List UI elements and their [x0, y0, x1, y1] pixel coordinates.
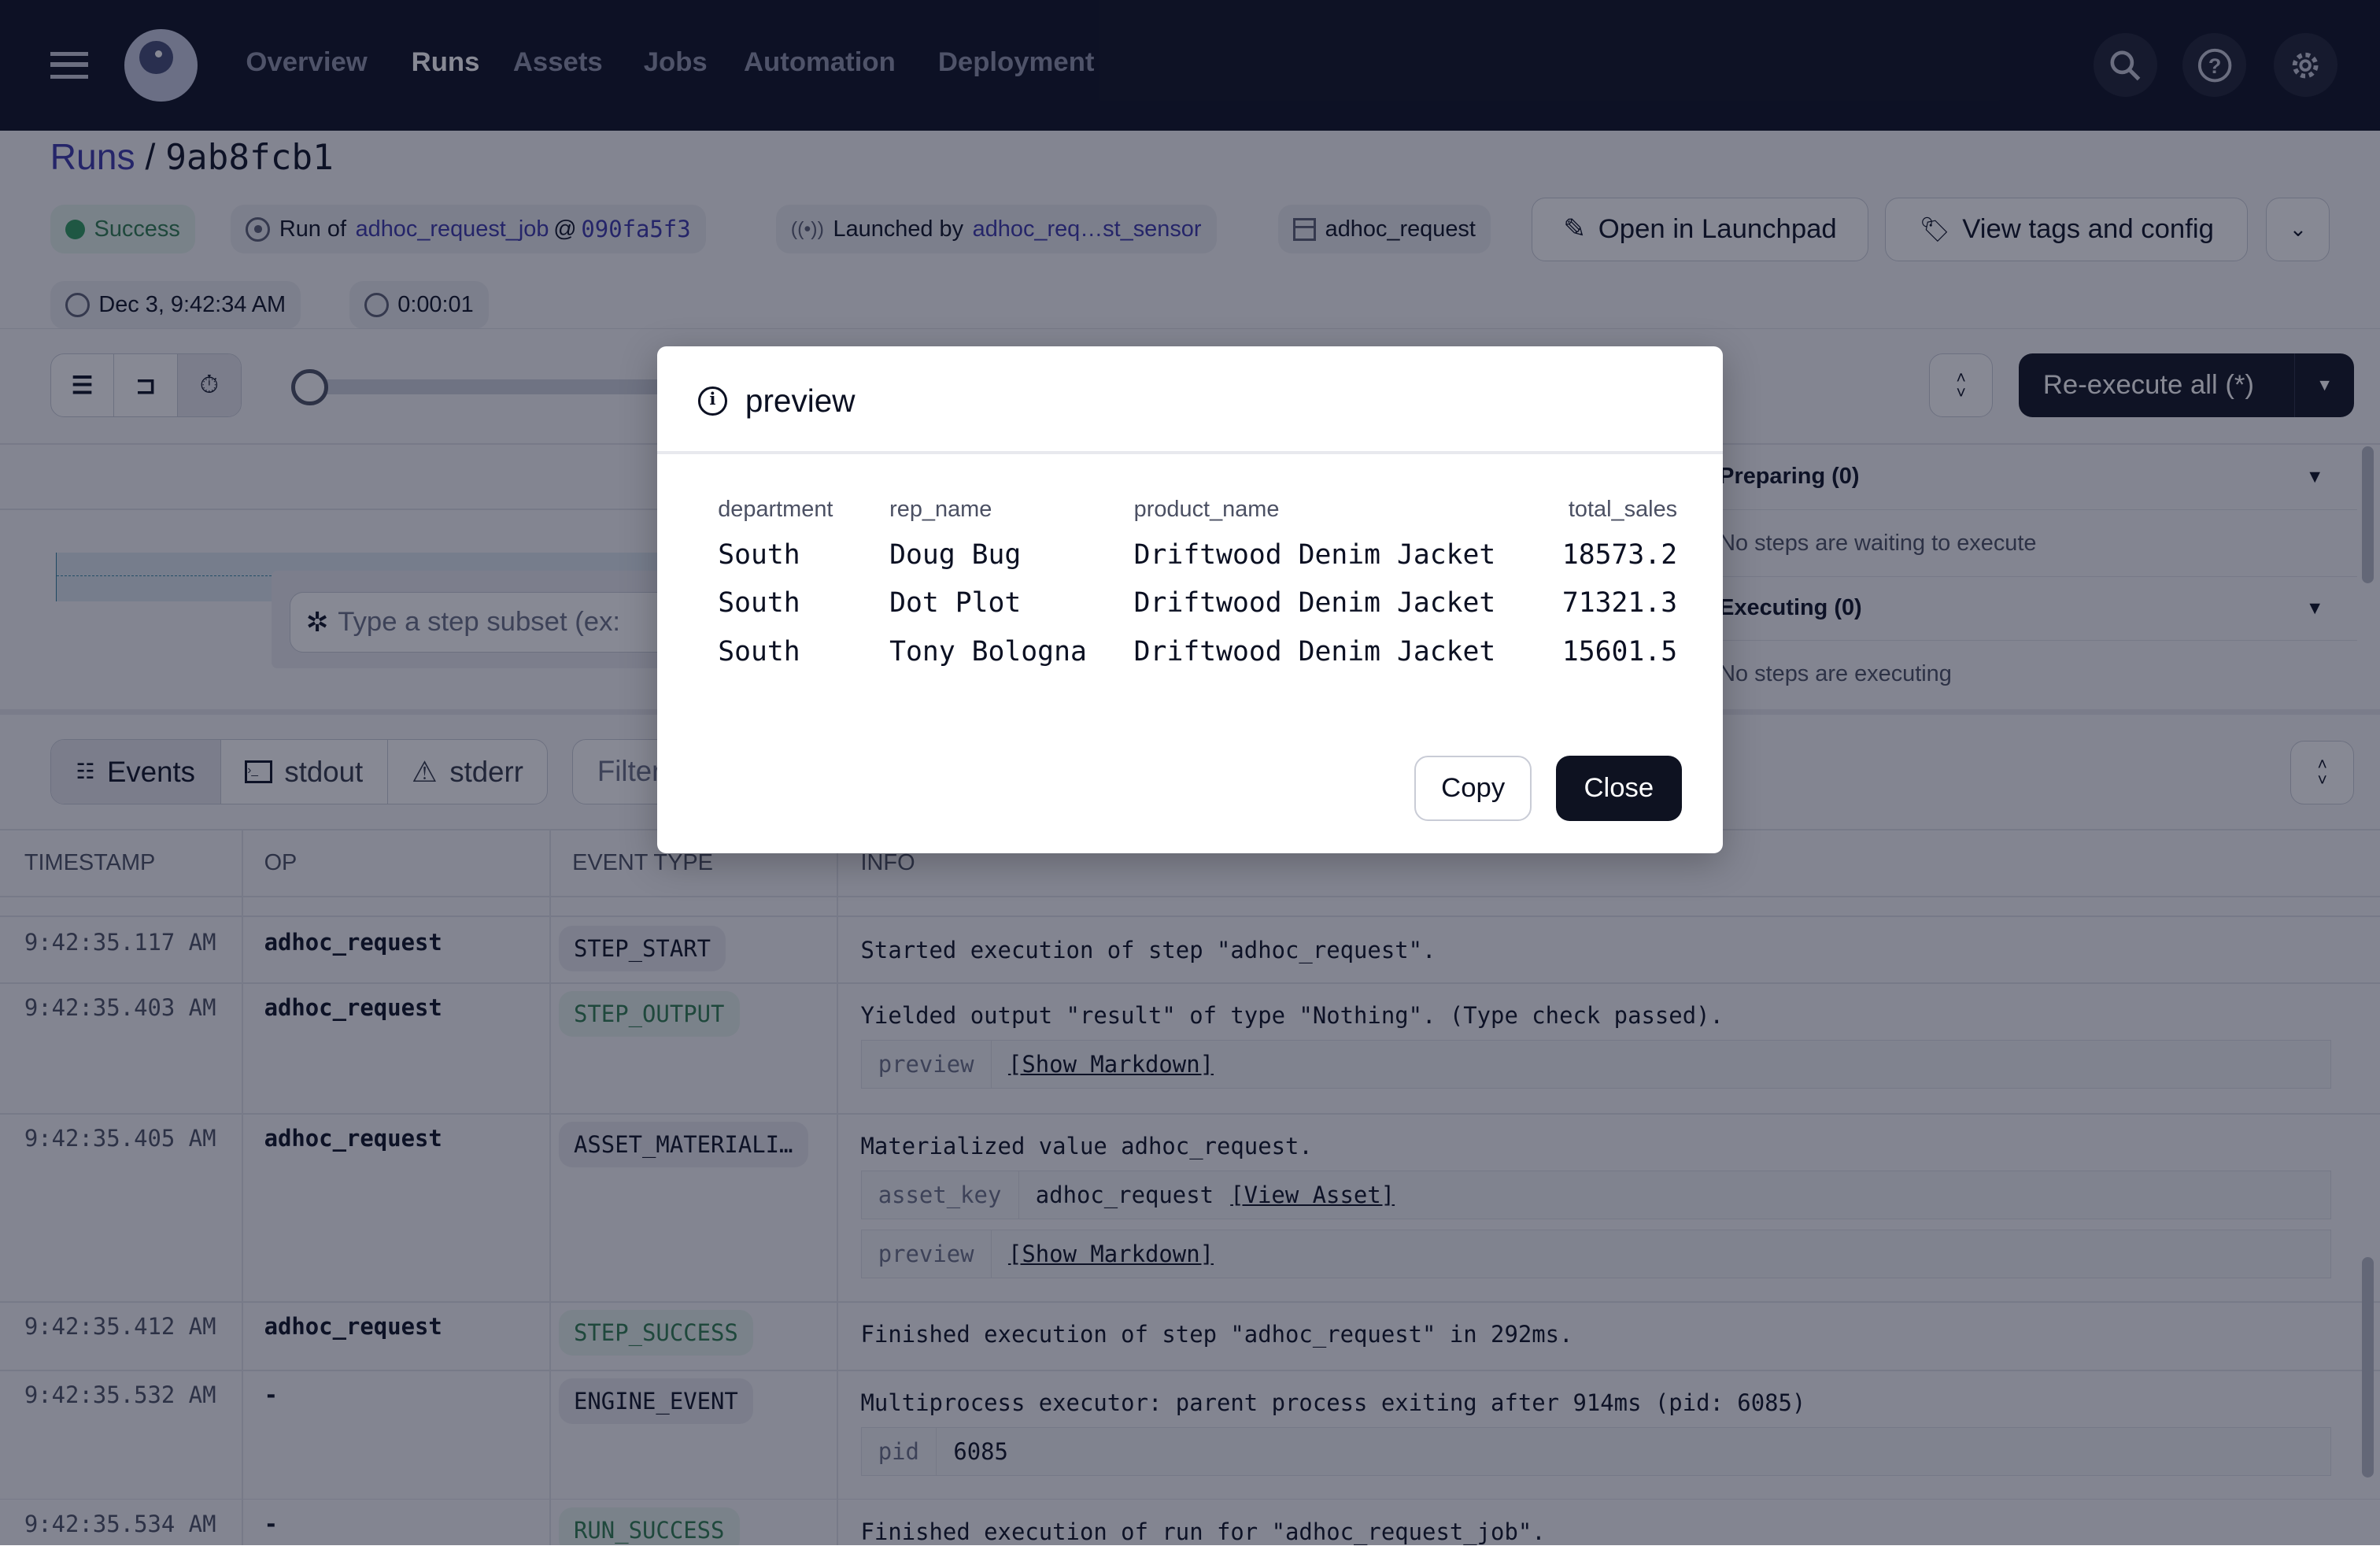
dialog-title: preview — [745, 383, 856, 419]
close-button[interactable]: Close — [1555, 756, 1682, 822]
preview-cell: Tony Bologna — [889, 636, 1087, 668]
preview-column-header: total_sales — [1568, 496, 1678, 522]
preview-cell: Driftwood Denim Jacket — [1133, 587, 1496, 620]
preview-column-header: rep_name — [889, 496, 992, 522]
dialog-header: i preview — [698, 383, 855, 420]
preview-cell: South — [718, 587, 800, 620]
preview-column-header: product_name — [1133, 496, 1280, 522]
preview-cell: Dot Plot — [889, 587, 1022, 620]
preview-column-header: department — [718, 496, 833, 522]
preview-cell: 18573.2 — [1561, 538, 1678, 571]
info-icon: i — [698, 386, 727, 416]
preview-cell: South — [718, 636, 800, 668]
preview-cell: Driftwood Denim Jacket — [1133, 636, 1496, 668]
copy-button[interactable]: Copy — [1414, 756, 1532, 822]
preview-cell: 15601.5 — [1561, 636, 1678, 668]
preview-cell: 71321.3 — [1561, 587, 1678, 620]
preview-cell: Driftwood Denim Jacket — [1133, 538, 1496, 571]
preview-cell: South — [718, 538, 800, 571]
preview-dialog: i preview department rep_name product_name… — [657, 346, 1723, 853]
preview-cell: Doug Bug — [889, 538, 1022, 571]
